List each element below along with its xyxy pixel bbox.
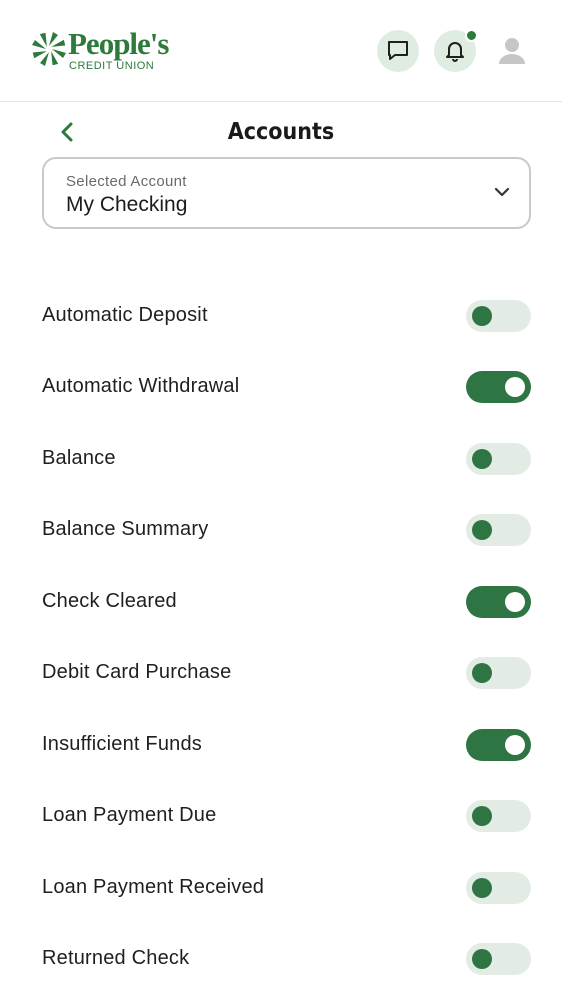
alert-toggle[interactable] bbox=[466, 657, 531, 689]
page-title: Accounts bbox=[227, 119, 335, 145]
peoples-logo[interactable]: People's CREDIT UNION bbox=[30, 28, 170, 74]
alert-label: Automatic Deposit bbox=[42, 304, 208, 326]
toggle-knob bbox=[472, 878, 492, 898]
alert-label: Check Cleared bbox=[42, 590, 177, 612]
bell-icon bbox=[446, 42, 464, 62]
toggle-knob bbox=[472, 306, 492, 326]
alert-toggle[interactable] bbox=[466, 586, 531, 618]
alert-toggle[interactable] bbox=[466, 443, 531, 475]
chat-bubble-icon bbox=[388, 41, 408, 60]
alert-row: Loan Payment Due bbox=[0, 791, 562, 841]
alert-label: Returned Check bbox=[42, 947, 190, 969]
alert-toggle[interactable] bbox=[466, 943, 531, 975]
messages-button[interactable] bbox=[377, 30, 419, 72]
alert-row: Balance Summary bbox=[0, 505, 562, 555]
notifications-button[interactable] bbox=[434, 29, 478, 72]
account-select-label: Selected Account bbox=[66, 173, 187, 190]
toggle-knob bbox=[505, 377, 525, 397]
alert-toggle[interactable] bbox=[466, 371, 531, 403]
chevron-down-icon bbox=[494, 187, 510, 197]
alert-toggle[interactable] bbox=[466, 872, 531, 904]
toggle-knob bbox=[472, 663, 492, 683]
toggle-knob bbox=[472, 449, 492, 469]
toggle-knob bbox=[472, 949, 492, 969]
alert-row: Insufficient Funds bbox=[0, 720, 562, 770]
account-select[interactable]: Selected Account My Checking bbox=[42, 157, 531, 229]
toggle-knob bbox=[505, 735, 525, 755]
notification-badge bbox=[465, 29, 478, 42]
user-icon[interactable] bbox=[496, 36, 528, 66]
brand-name: People's bbox=[68, 26, 169, 61]
account-select-value: My Checking bbox=[66, 193, 188, 216]
alert-label: Balance bbox=[42, 447, 116, 469]
alert-row: Loan Payment Received bbox=[0, 863, 562, 913]
alert-label: Debit Card Purchase bbox=[42, 661, 232, 683]
alert-row: Automatic Withdrawal bbox=[0, 362, 562, 412]
app-header: People's CREDIT UNION bbox=[0, 0, 562, 102]
alert-label: Loan Payment Due bbox=[42, 804, 217, 826]
toggle-knob bbox=[472, 806, 492, 826]
brand-subtitle: CREDIT UNION bbox=[69, 60, 155, 72]
toggle-knob bbox=[472, 520, 492, 540]
alert-row: Debit Card Purchase bbox=[0, 648, 562, 698]
page-titlebar: Accounts bbox=[0, 112, 562, 156]
alert-row: Automatic Deposit bbox=[0, 291, 562, 341]
alert-label: Balance Summary bbox=[42, 518, 209, 540]
alert-label: Insufficient Funds bbox=[42, 733, 202, 755]
alert-toggle[interactable] bbox=[466, 300, 531, 332]
alert-label: Loan Payment Received bbox=[42, 876, 265, 898]
alert-toggle[interactable] bbox=[466, 800, 531, 832]
toggle-knob bbox=[505, 592, 525, 612]
alert-row: Returned Check bbox=[0, 934, 562, 984]
alert-toggle[interactable] bbox=[466, 514, 531, 546]
alert-row: Check Cleared bbox=[0, 577, 562, 627]
alert-row: Balance bbox=[0, 434, 562, 484]
pinwheel-logo-icon bbox=[32, 32, 66, 66]
alert-toggle[interactable] bbox=[466, 729, 531, 761]
alert-label: Automatic Withdrawal bbox=[42, 375, 240, 397]
